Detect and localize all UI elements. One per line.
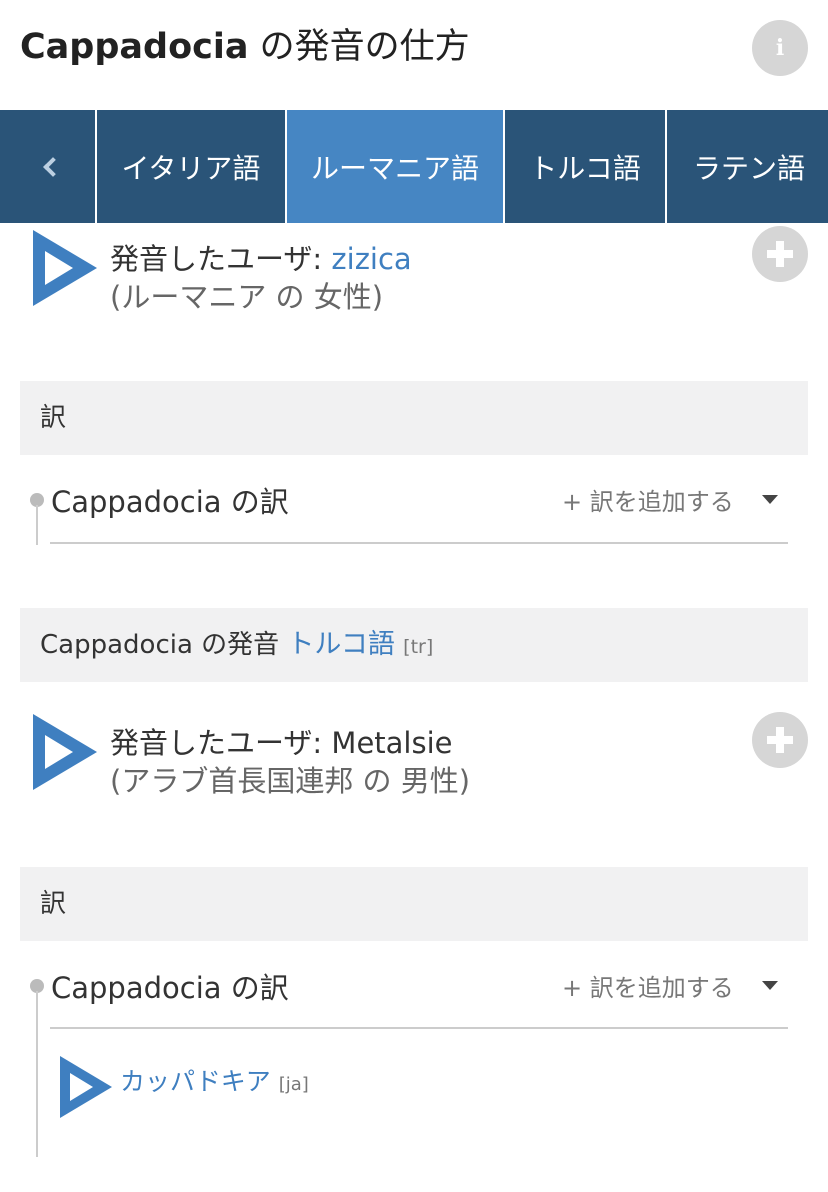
- page-title: Cappadocia の発音の仕方: [20, 18, 470, 69]
- recording-origin: (アラブ首長国連邦 の 男性): [110, 764, 471, 798]
- language-section-link[interactable]: トルコ語: [287, 629, 394, 660]
- page-title-rest: の発音の仕方: [248, 27, 470, 67]
- recording-user: 発音したユーザ: zizica: [110, 236, 412, 278]
- language-section-title: Cappadocia の発音 トルコ語 [tr]: [40, 608, 433, 682]
- language-section-bar: Cappadocia の発音 トルコ語 [tr]: [20, 608, 808, 682]
- recording-user: 発音したユーザ: Metalsie: [110, 720, 453, 762]
- tab-latin[interactable]: ラテン語: [667, 110, 828, 223]
- translation-header-bar: 訳: [20, 867, 808, 941]
- tab-romanian[interactable]: ルーマニア語: [287, 110, 503, 223]
- divider: [50, 1027, 788, 1029]
- page-header: Cappadocia の発音の仕方 i: [0, 0, 828, 110]
- add-translation-link[interactable]: + 訳を追加する: [562, 482, 734, 517]
- language-code: [tr]: [403, 636, 434, 658]
- recording-username-link[interactable]: zizica: [331, 242, 411, 276]
- translation-word-link[interactable]: カッパドキア: [120, 1067, 271, 1096]
- play-icon[interactable]: [60, 1056, 112, 1118]
- recording-user-prefix: 発音したユーザ:: [110, 726, 332, 760]
- info-icon[interactable]: i: [752, 20, 808, 76]
- translation-header: 訳: [40, 889, 67, 919]
- chevron-down-icon[interactable]: [762, 495, 778, 504]
- translation-header-bar: 訳: [20, 381, 808, 455]
- tab-turkish[interactable]: トルコ語: [505, 110, 665, 223]
- chevron-down-icon[interactable]: [762, 981, 778, 990]
- chevron-left-icon: [42, 156, 63, 177]
- language-section-prefix: Cappadocia の発音: [40, 630, 288, 660]
- tree-line: [36, 505, 38, 545]
- translation-title: Cappadocia の訳: [51, 971, 289, 1005]
- play-icon[interactable]: [33, 230, 97, 306]
- add-translation-link[interactable]: + 訳を追加する: [562, 968, 734, 1003]
- recording-origin: (ルーマニア の 女性): [110, 280, 384, 314]
- play-icon[interactable]: [33, 714, 97, 790]
- add-vote-icon[interactable]: [752, 712, 808, 768]
- recording-username[interactable]: Metalsie: [331, 726, 452, 760]
- language-tabs: イタリア語 ルーマニア語 トルコ語 ラテン語: [0, 110, 828, 223]
- translation-item: カッパドキア [ja]: [120, 1062, 309, 1098]
- add-vote-icon[interactable]: [752, 226, 808, 282]
- translation-lang-code: [ja]: [278, 1074, 309, 1095]
- tab-italian[interactable]: イタリア語: [97, 110, 285, 223]
- tabs-back-button[interactable]: [0, 110, 95, 223]
- divider: [50, 542, 788, 544]
- tree-line: [36, 991, 38, 1157]
- translation-header: 訳: [40, 403, 67, 433]
- recording-user-prefix: 発音したユーザ:: [110, 242, 332, 276]
- page-title-word: Cappadocia: [20, 27, 249, 67]
- translation-title: Cappadocia の訳: [51, 485, 289, 519]
